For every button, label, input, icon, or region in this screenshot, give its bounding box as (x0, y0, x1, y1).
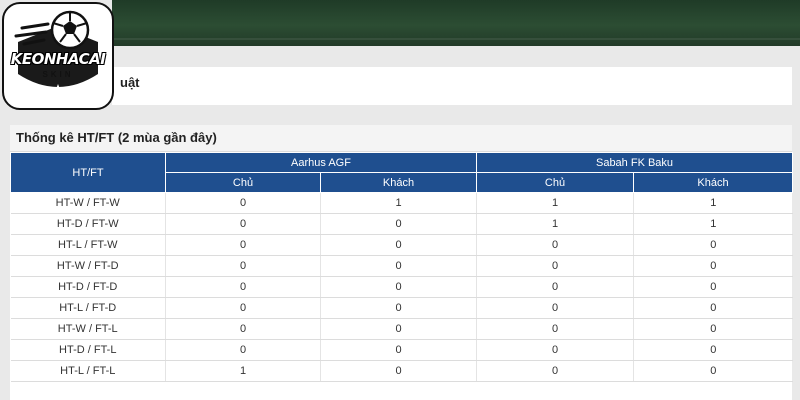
hero-banner (112, 0, 800, 46)
cell-value: 0 (476, 234, 635, 256)
row-label: HT-L / FT-W (10, 234, 166, 256)
row-label: HT-W / FT-D (10, 255, 166, 277)
cell-value: 0 (320, 276, 478, 298)
cell-value: 1 (476, 192, 635, 214)
subheader-team1-home: Chủ (165, 172, 321, 193)
section-tab-text: uật (120, 75, 140, 90)
cell-value: 0 (476, 339, 635, 361)
cell-value: 1 (165, 360, 321, 382)
row-label: HT-W / FT-W (10, 192, 166, 214)
cell-value: 0 (165, 276, 321, 298)
header-team-2: Sabah FK Baku (476, 152, 794, 173)
cell-value: 0 (320, 339, 478, 361)
cell-value: 0 (633, 318, 793, 340)
cell-value: 0 (320, 255, 478, 277)
cell-value: 0 (633, 255, 793, 277)
table-row: HT-L / FT-D 0 0 0 0 (10, 297, 793, 319)
table-row: HT-W / FT-L 0 0 0 0 (10, 318, 793, 340)
cell-value: 0 (476, 297, 635, 319)
cell-value: 0 (165, 339, 321, 361)
table-row: HT-L / FT-L 1 0 0 0 (10, 360, 793, 382)
cell-value: 0 (633, 360, 793, 382)
logo-subtext: SKIN (42, 70, 74, 79)
cell-value: 0 (165, 234, 321, 256)
htft-stats-table: HT/FT Aarhus AGF Sabah FK Baku Chủ Khách… (10, 152, 794, 382)
cell-value: 0 (633, 234, 793, 256)
cell-value: 0 (633, 276, 793, 298)
cell-value: 1 (320, 192, 478, 214)
cell-value: 0 (320, 318, 478, 340)
cell-value: 1 (476, 213, 635, 235)
table-row: HT-L / FT-W 0 0 0 0 (10, 234, 793, 256)
cell-value: 0 (476, 318, 635, 340)
row-label: HT-W / FT-L (10, 318, 166, 340)
header-htft: HT/FT (10, 152, 166, 193)
table-row: HT-W / FT-W 0 1 1 1 (10, 192, 793, 214)
subheader-team2-away: Khách (633, 172, 794, 193)
cell-value: 0 (165, 318, 321, 340)
cell-value: 1 (633, 192, 793, 214)
panel-title: Thống kê HT/FT (2 mùa gần đây) (10, 125, 792, 152)
table-row: HT-D / FT-L 0 0 0 0 (10, 339, 793, 361)
cell-value: 0 (476, 276, 635, 298)
site-logo[interactable]: KEONHACAI SKIN (2, 2, 114, 110)
cell-value: 1 (633, 213, 793, 235)
cell-value: 0 (476, 255, 635, 277)
cell-value: 0 (165, 297, 321, 319)
row-label: HT-D / FT-L (10, 339, 166, 361)
cell-value: 0 (320, 213, 478, 235)
logo-text: KEONHACAI (10, 50, 106, 68)
cell-value: 0 (633, 297, 793, 319)
cell-value: 0 (320, 360, 478, 382)
cell-value: 0 (165, 255, 321, 277)
subheader-team1-away: Khách (319, 172, 478, 193)
cell-value: 0 (633, 339, 793, 361)
row-label: HT-D / FT-D (10, 276, 166, 298)
cell-value: 0 (165, 213, 321, 235)
section-tab-strip: uật (112, 67, 792, 105)
subheader-team2-home: Chủ (476, 172, 635, 193)
cell-value: 0 (165, 192, 321, 214)
cell-value: 0 (320, 234, 478, 256)
table-row: HT-W / FT-D 0 0 0 0 (10, 255, 793, 277)
row-label: HT-D / FT-W (10, 213, 166, 235)
table-row: HT-D / FT-W 0 0 1 1 (10, 213, 793, 235)
cell-value: 0 (320, 297, 478, 319)
row-label: HT-L / FT-L (10, 360, 166, 382)
table-row: HT-D / FT-D 0 0 0 0 (10, 276, 793, 298)
header-team-1: Aarhus AGF (164, 152, 478, 173)
row-label: HT-L / FT-D (10, 297, 166, 319)
cell-value: 0 (476, 360, 635, 382)
htft-stats-panel: Thống kê HT/FT (2 mùa gần đây) HT/FT Aar… (10, 125, 794, 400)
